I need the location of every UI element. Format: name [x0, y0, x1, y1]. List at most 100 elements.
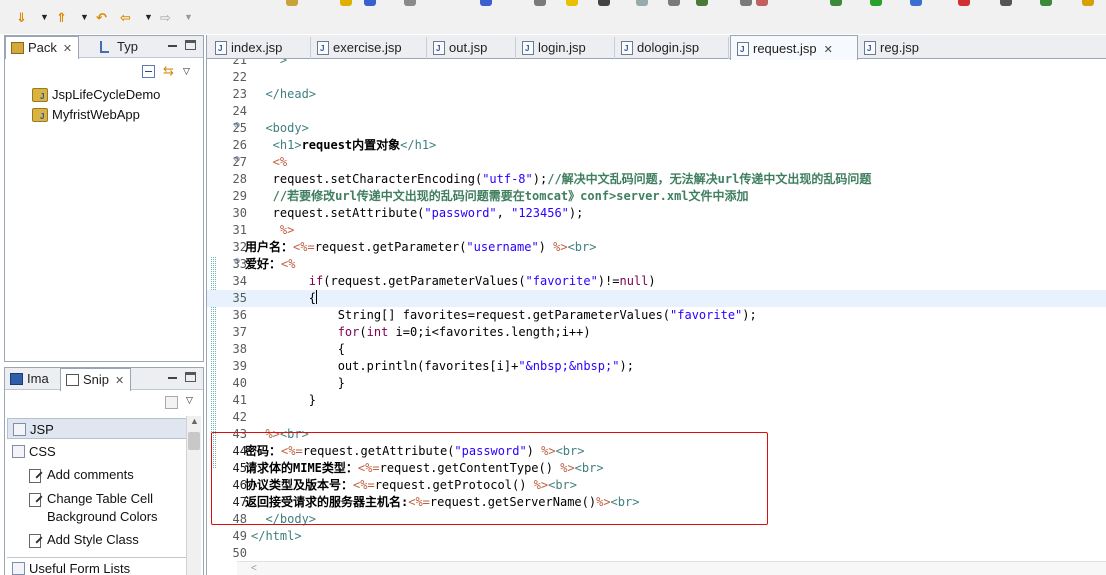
snippet-label: Change Table Cell Background Colors [47, 491, 158, 524]
last-edit-icon[interactable]: ↶ [96, 9, 107, 27]
code-text: //若要修改url传递中文出现的乱码问题需要在tomcat》conf>serve… [251, 188, 749, 205]
chevron-down-icon[interactable]: ▼ [144, 12, 153, 22]
code-line[interactable]: 27 ⊖ <% [207, 154, 1106, 171]
fold-toggle-icon[interactable]: ⊖ [234, 253, 240, 270]
snippet-drawer-css[interactable]: CSS [7, 441, 189, 462]
token: <%= [293, 240, 315, 254]
chevron-down-icon[interactable]: ▼ [80, 12, 89, 22]
snippet-item[interactable]: Add Style Class [25, 531, 185, 549]
code-line[interactable]: 26 <h1>request内置对象</h1> [207, 137, 1106, 154]
tab-dologin-jsp[interactable]: dologin.jsp [615, 37, 729, 59]
code-line[interactable]: 37 for(int i=0;i<favorites.length;i++) [207, 324, 1106, 341]
token: //解决中文乱码问题，无法解决url传递中文出现的乱码问题 [547, 172, 872, 186]
tab-out-jsp[interactable]: out.jsp [427, 37, 516, 59]
view-menu-icon[interactable]: ▽ [183, 66, 190, 77]
code-line[interactable]: 36 String[] favorites=request.getParamet… [207, 307, 1106, 324]
code-text: 用户名：<%=request.getParameter("username") … [245, 239, 596, 256]
tab-exercise-jsp[interactable]: exercise.jsp [311, 37, 427, 59]
collapse-all-icon-bar [145, 71, 152, 72]
tree-item-project[interactable]: MyfristWebApp [32, 106, 140, 124]
link-with-editor-icon[interactable]: ⇆ [163, 63, 174, 79]
view-menu-icon[interactable]: ▽ [186, 395, 193, 406]
tab-request-jsp[interactable]: request.jsp ✕ [730, 35, 858, 60]
snippet-label: Add comments [47, 467, 134, 482]
code-line[interactable]: 29 //若要修改url传递中文出现的乱码问题需要在tomcat》conf>se… [207, 188, 1106, 205]
code-line[interactable]: 24 [207, 103, 1106, 120]
token: "123456" [511, 206, 569, 220]
snippet-item[interactable]: Change Table Cell Background Colors [25, 490, 185, 526]
minimize-icon[interactable] [167, 371, 179, 383]
chevron-down-icon[interactable]: ▼ [184, 12, 193, 22]
skip-down-icon[interactable]: ⇓ [16, 9, 27, 27]
token: %> [251, 223, 295, 237]
tab-login-jsp[interactable]: login.jsp [516, 37, 615, 59]
token: int [366, 325, 389, 339]
token: request.getParameter( [314, 240, 467, 254]
code-line[interactable]: 21 > [207, 59, 1106, 69]
code-line[interactable]: 39 out.println(favorites[i]+"&nbsp;&nbsp… [207, 358, 1106, 375]
snippet-item[interactable]: Add comments [25, 466, 185, 484]
scroll-left-icon[interactable]: < [251, 563, 257, 574]
line-number: 40 [232, 376, 247, 390]
code-text: } [251, 392, 316, 409]
tree-item-project[interactable]: JspLifeCycleDemo [32, 86, 160, 104]
skip-up-icon[interactable]: ⇑ [56, 9, 67, 27]
code-line[interactable]: 49 </html> [207, 528, 1106, 545]
code-line[interactable]: 22 [207, 69, 1106, 86]
snippets-scrollbar[interactable]: ▲ [186, 416, 201, 575]
code-line[interactable]: 34 if(request.getParameterValues("favori… [207, 273, 1106, 290]
jsp-file-icon [522, 41, 534, 55]
line-number: 39 [232, 359, 247, 373]
code-line[interactable]: 25 ⊖ <body> [207, 120, 1106, 137]
token: "favorite" [670, 308, 743, 322]
code-line[interactable]: 41 } [207, 392, 1106, 409]
line-number: 34 [232, 274, 247, 288]
tab-label: Snip [83, 372, 110, 387]
code-editor: index.jsp exercise.jsp out.jsp login.jsp… [206, 35, 1106, 575]
text-cursor [316, 290, 318, 304]
snippet-drawer-useful-form-lists[interactable]: Useful Form Lists [7, 557, 189, 575]
tab-snippets[interactable]: Snip ✕ [60, 368, 132, 391]
code-line[interactable]: 50 [207, 545, 1106, 562]
close-icon[interactable]: ✕ [115, 375, 124, 387]
snippets-tabs: Ima Snip ✕ [5, 368, 203, 391]
folder-icon [13, 423, 26, 436]
close-icon[interactable]: ✕ [63, 43, 72, 55]
forward-icon[interactable]: ⇨ [160, 9, 171, 27]
line-number: 35 [232, 291, 247, 305]
scrollbar-thumb[interactable] [188, 432, 200, 450]
package-explorer-panel: Pack ✕ Typ ⇆ ▽ JspLifeCycleDemo MyfristWe… [4, 35, 204, 362]
project-label: MyfristWebApp [52, 107, 140, 122]
maximize-icon[interactable] [185, 40, 196, 50]
code-line[interactable]: 28 request.setCharacterEncoding("utf-8")… [207, 171, 1106, 188]
web-project-icon [32, 108, 48, 122]
code-line[interactable]: 40 } [207, 375, 1106, 392]
tab-package-explorer[interactable]: Pack ✕ [5, 36, 80, 59]
back-icon[interactable]: ⇦ [120, 9, 131, 27]
horizontal-scrollbar[interactable]: < [237, 561, 1106, 575]
customize-icon[interactable] [165, 396, 178, 409]
chevron-down-icon[interactable]: ▼ [40, 12, 49, 22]
code-line[interactable]: 42 [207, 409, 1106, 426]
code-line[interactable]: 33 ⊖ 爱好：<% [207, 256, 1106, 273]
code-line[interactable]: 30 request.setAttribute("password", "123… [207, 205, 1106, 222]
token: request.setCharacterEncoding( [251, 172, 483, 186]
tab-image-preview[interactable]: Ima [5, 368, 55, 390]
token: "utf-8" [482, 172, 533, 186]
fold-toggle-icon[interactable]: ⊖ [234, 151, 240, 168]
snippet-drawer-jsp[interactable]: JSP [7, 418, 189, 439]
minimize-icon[interactable] [167, 39, 179, 51]
scroll-up-icon[interactable]: ▲ [190, 416, 199, 426]
code-line[interactable]: 23 </head> [207, 86, 1106, 103]
fold-toggle-icon[interactable]: ⊖ [234, 117, 240, 134]
code-line[interactable]: 38 { [207, 341, 1106, 358]
code-line[interactable]: 31 %> [207, 222, 1106, 239]
tab-type-hierarchy[interactable]: Typ [95, 36, 144, 58]
code-line[interactable]: 35 { [207, 290, 1106, 307]
web-project-icon [32, 88, 48, 102]
tab-index-jsp[interactable]: index.jsp [209, 37, 311, 59]
tab-reg-jsp[interactable]: reg.jsp [858, 37, 948, 59]
code-line[interactable]: 32 用户名：<%=request.getParameter("username"… [207, 239, 1106, 256]
close-icon[interactable]: ✕ [824, 44, 833, 56]
maximize-icon[interactable] [185, 372, 196, 382]
